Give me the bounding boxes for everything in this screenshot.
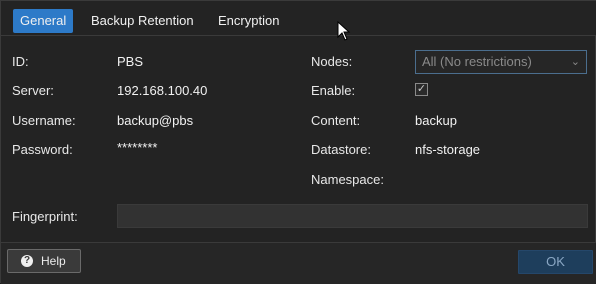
server-label: Server:: [12, 83, 54, 98]
mouse-pointer-icon: [337, 21, 351, 41]
content-label: Content:: [311, 113, 361, 128]
nodes-label: Nodes:: [311, 54, 353, 69]
dialog-footer: [1, 242, 596, 284]
namespace-label: Namespace:: [311, 172, 384, 187]
enable-label: Enable:: [311, 83, 356, 98]
tab-encryption[interactable]: Encryption: [218, 9, 279, 33]
fingerprint-label: Fingerprint:: [12, 209, 78, 224]
password-value: ********: [117, 140, 158, 155]
server-value: 192.168.100.40: [117, 83, 208, 98]
chevron-down-icon[interactable]: ⌄: [571, 51, 580, 73]
nodes-select-value: All (No restrictions): [422, 54, 532, 69]
username-value: backup@pbs: [117, 113, 194, 128]
storage-edit-dialog: General Backup Retention Encryption ID: …: [0, 0, 596, 284]
enable-checkbox[interactable]: ✓: [415, 83, 428, 96]
datastore-label: Datastore:: [311, 142, 371, 157]
help-button-label: Help: [41, 254, 66, 268]
id-value: PBS: [117, 54, 144, 69]
content-value: backup: [415, 113, 457, 128]
tab-general[interactable]: General: [13, 9, 74, 33]
ok-button[interactable]: OK: [518, 250, 593, 274]
nodes-select[interactable]: All (No restrictions) ⌄: [415, 50, 587, 74]
help-button[interactable]: ? Help: [7, 249, 81, 273]
id-label: ID:: [12, 54, 29, 69]
tab-bar: General Backup Retention Encryption: [1, 1, 596, 36]
datastore-value: nfs-storage: [415, 142, 481, 157]
fingerprint-input[interactable]: [117, 204, 588, 228]
username-label: Username:: [12, 113, 76, 128]
tab-backup-retention[interactable]: Backup Retention: [91, 9, 194, 33]
password-label: Password:: [12, 142, 73, 157]
check-icon: ✓: [416, 83, 427, 95]
question-circle-icon: ?: [21, 255, 33, 267]
